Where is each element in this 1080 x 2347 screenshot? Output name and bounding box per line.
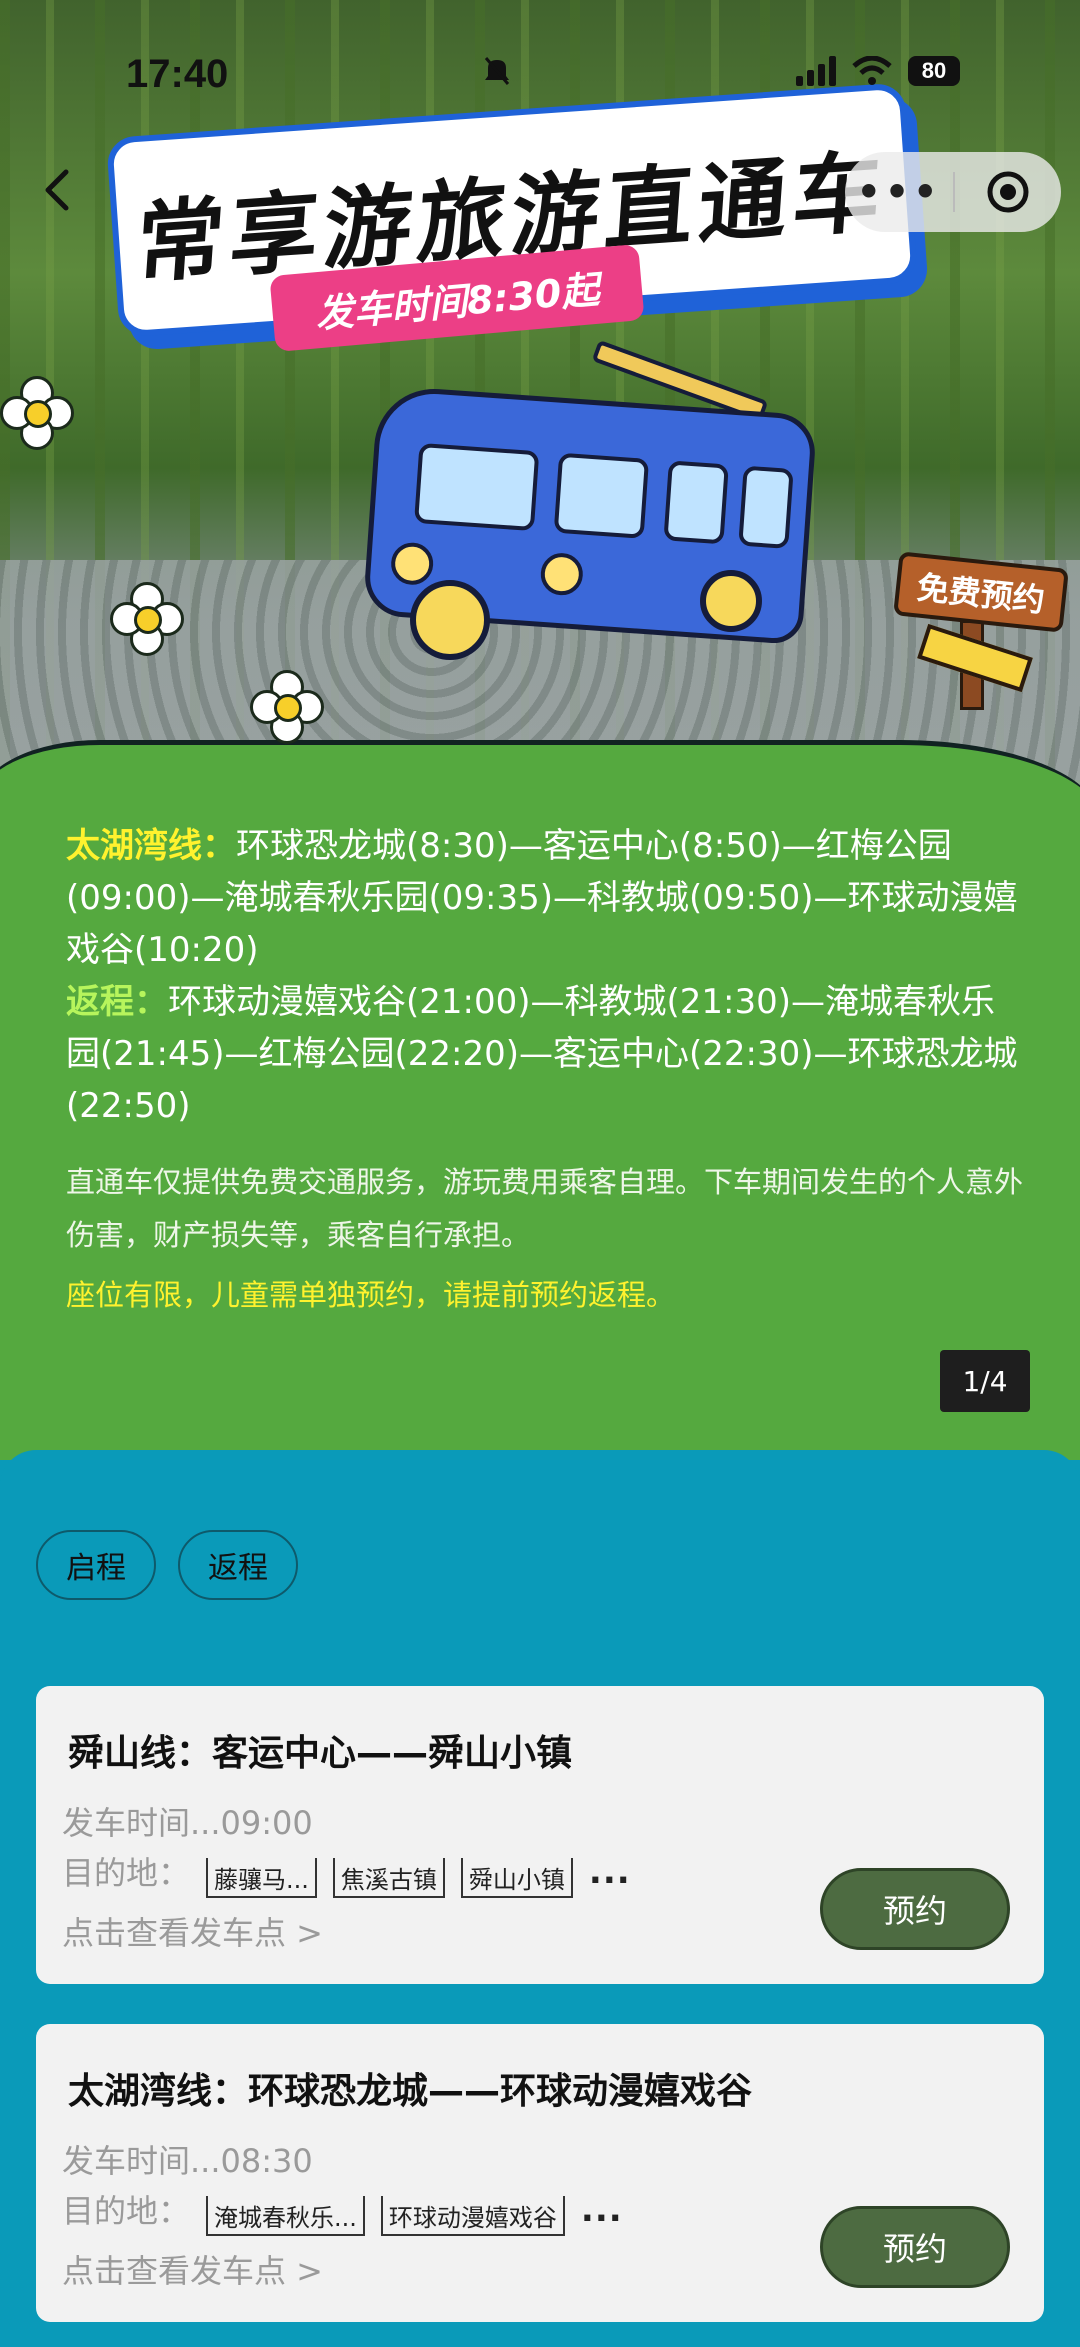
tab-return[interactable]: 返程 [178, 1530, 298, 1600]
more-dots-icon[interactable]: ••• [845, 170, 953, 214]
mute-icon [484, 57, 510, 85]
destination-more: ... [588, 1852, 631, 1892]
flower-icon [110, 582, 186, 658]
route-card[interactable]: 太湖湾线：环球恐龙城——环球动漫嬉戏谷 发车时间...08:30 目的地： 淹城… [36, 2024, 1044, 2322]
status-time: 17:40 [126, 52, 229, 96]
route-list-panel: 启程 返程 舜山线：客运中心——舜山小镇 发车时间...09:00 目的地： 藤… [0, 1450, 1080, 2347]
route-title: 太湖湾线：环球恐龙城——环球动漫嬉戏谷 [68, 2071, 753, 2112]
seat-warning-text: 座位有限，儿童需单独预约，请提前预约返程。 [66, 1278, 676, 1312]
reserve-button[interactable]: 预约 [820, 1868, 1010, 1950]
view-departure-points-link[interactable]: 点击查看发车点 > [62, 1908, 323, 1954]
direction-tabs: 启程 返程 [36, 1530, 298, 1600]
destination-chip: 藤骧马... [206, 1858, 317, 1898]
bus-window [553, 452, 650, 539]
destination-list: 目的地： 淹城春秋乐... 环球动漫嬉戏谷 ... [62, 2186, 623, 2236]
destination-chip: 环球动漫嬉戏谷 [380, 2196, 565, 2236]
status-bar: 17:40 80 [0, 0, 1080, 150]
battery-icon: 80 [908, 56, 960, 86]
close-target-icon[interactable] [955, 170, 1061, 214]
destination-label: 目的地： [62, 1854, 191, 1892]
bus-window [414, 442, 540, 532]
view-departure-points-link[interactable]: 点击查看发车点 > [62, 2246, 323, 2292]
destination-chip: 淹城春秋乐... [206, 2196, 365, 2236]
route-card[interactable]: 舜山线：客运中心——舜山小镇 发车时间...09:00 目的地： 藤骧马... … [36, 1686, 1044, 1984]
departure-time: 发车时间...08:30 [62, 2142, 313, 2180]
route-description: 太湖湾线：环球恐龙城(8:30)—客运中心(8:50)—红梅公园(09:00)—… [66, 820, 1026, 1132]
destination-chip: 焦溪古镇 [332, 1858, 445, 1898]
status-icons: 80 [484, 56, 960, 86]
destination-label: 目的地： [62, 2192, 191, 2230]
return-route-text: 环球动漫嬉戏谷(21:00)—科教城(21:30)—淹城春秋乐园(21:45)—… [66, 982, 1018, 1126]
tab-outbound[interactable]: 启程 [36, 1530, 156, 1600]
headlight [389, 541, 435, 587]
destination-list: 目的地： 藤骧马... 焦溪古镇 舜山小镇 ... [62, 1848, 631, 1898]
return-label: 返程： [66, 982, 168, 1022]
back-arrow-icon[interactable] [38, 168, 78, 212]
wheel [700, 570, 762, 632]
wheel [410, 580, 490, 660]
bus-window [663, 460, 729, 545]
wifi-icon [852, 56, 892, 85]
headlight [539, 551, 585, 597]
carousel-pager: 1/4 [940, 1350, 1030, 1412]
reserve-button[interactable]: 预约 [820, 2206, 1010, 2288]
mini-program-capsule: ••• [845, 152, 1061, 232]
outbound-label: 太湖湾线： [66, 826, 236, 866]
destination-chip: 舜山小镇 [460, 1858, 573, 1898]
disclaimer-text: 直通车仅提供免费交通服务，游玩费用乘客自理。下车期间发生的个人意外伤害，财产损失… [66, 1165, 1024, 1252]
bus-window [738, 465, 794, 549]
signal-icon [796, 56, 836, 86]
departure-time: 发车时间...09:00 [62, 1804, 313, 1842]
route-title: 舜山线：客运中心——舜山小镇 [68, 1733, 573, 1774]
flower-icon [0, 376, 76, 452]
destination-more: ... [580, 2190, 623, 2230]
bus-illustration [340, 339, 820, 670]
flower-icon [250, 670, 326, 746]
